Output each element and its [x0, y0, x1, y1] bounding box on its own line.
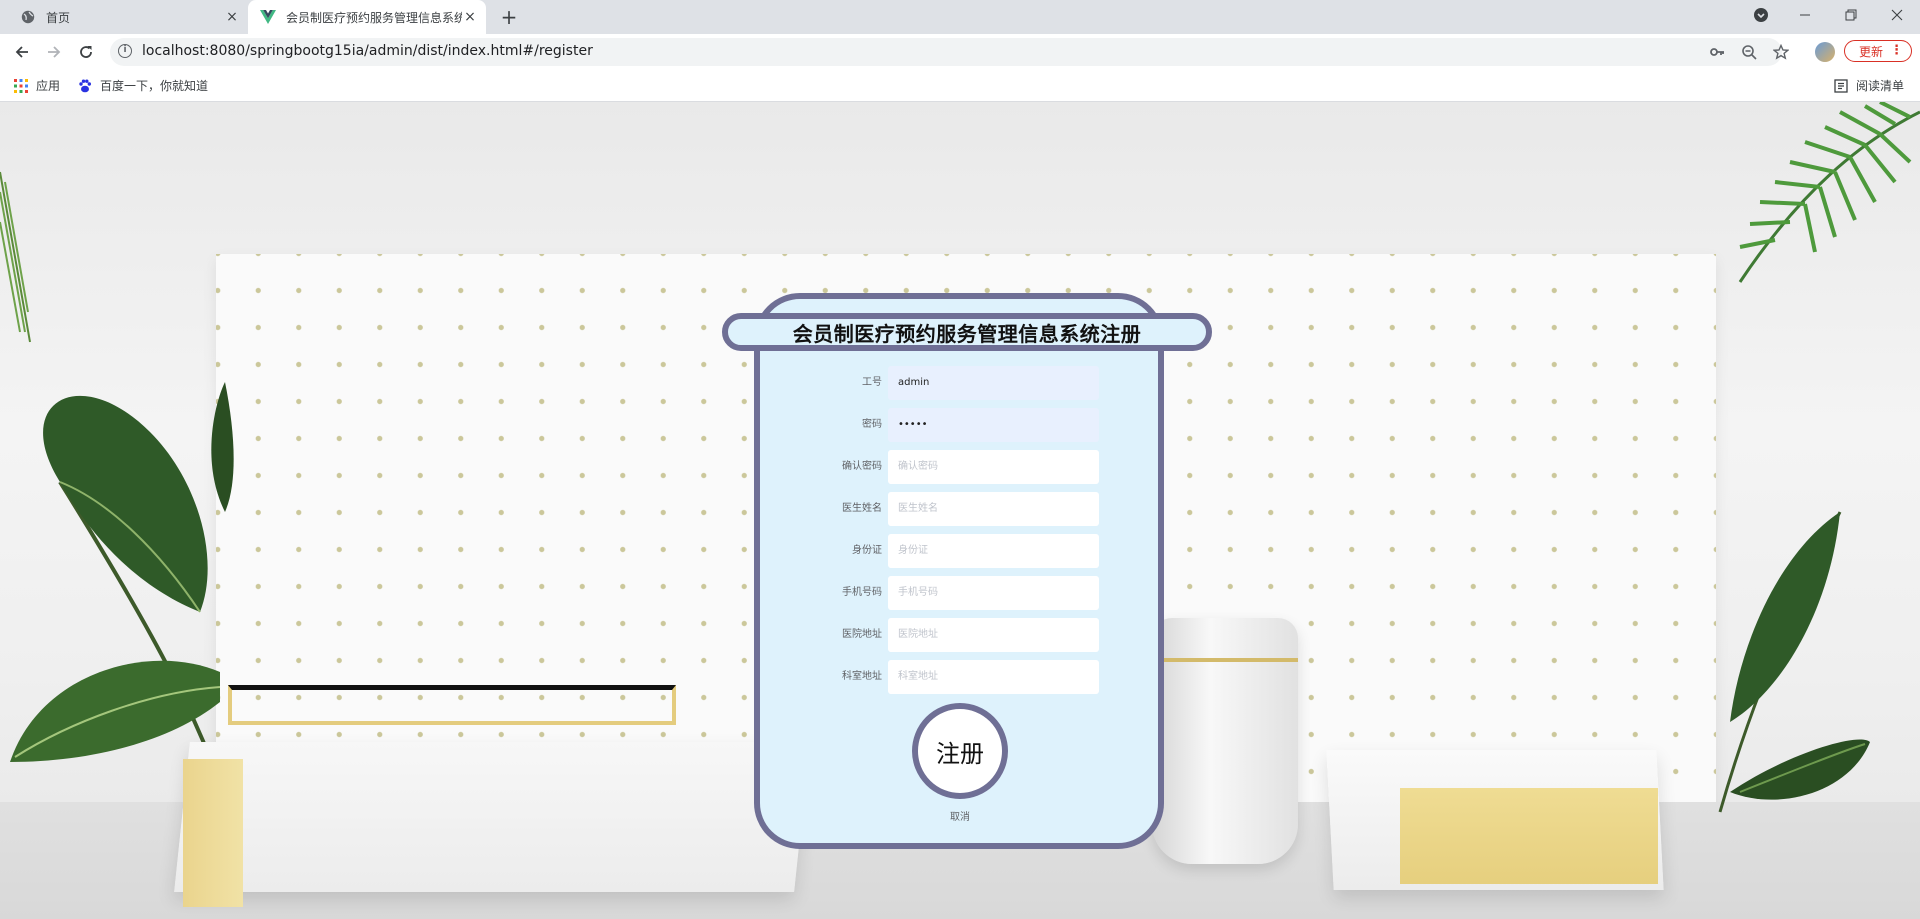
tab-strip: 首页 × 会员制医疗预约服务管理信息系统 × + [0, 0, 1920, 34]
form-row-password: 密码 ••••• [800, 408, 1100, 442]
right-plant-image [1718, 511, 1870, 813]
bookmarks-bar: 应用 百度一下，你就知道 阅读清单 [0, 70, 1920, 102]
department-address-label: 科室地址 [842, 671, 882, 682]
employee-id-input[interactable]: admin [888, 366, 1099, 400]
more-menu-icon: ⋮ [1890, 43, 1903, 58]
tab-search-icon[interactable] [1738, 0, 1784, 30]
form-row-hospital-address: 医院地址 [800, 618, 1100, 652]
id-card-label: 身份证 [852, 545, 882, 556]
restore-icon[interactable] [1828, 0, 1874, 30]
register-title: 会员制医疗预约服务管理信息系统注册 [792, 321, 1142, 346]
right-box-gold-panel [1400, 788, 1658, 884]
form-row-confirm-password: 确认密码 [800, 450, 1100, 484]
id-card-input[interactable] [888, 534, 1099, 568]
close-icon[interactable]: × [462, 9, 478, 25]
update-button[interactable]: 更新 ⋮ [1844, 40, 1912, 62]
tab-home[interactable]: 首页 × [8, 0, 248, 34]
gold-tray-frame [228, 685, 676, 725]
left-display-box [174, 742, 810, 892]
cylinder-gold-band [1152, 658, 1298, 662]
url-text[interactable]: localhost:8080/springbootg15ia/admin/dis… [142, 43, 593, 59]
update-label: 更新 [1859, 44, 1884, 59]
password-input[interactable]: ••••• [888, 408, 1099, 442]
doctor-name-input[interactable] [888, 492, 1099, 526]
close-icon[interactable]: × [224, 9, 240, 25]
zoom-icon[interactable] [1740, 43, 1758, 61]
left-palm-edge-image [0, 171, 31, 343]
employee-id-label: 工号 [862, 377, 882, 388]
bookmark-apps[interactable]: 应用 [14, 77, 60, 94]
confirm-password-label: 确认密码 [842, 461, 882, 472]
bookmark-label: 应用 [36, 79, 61, 93]
hospital-address-input[interactable] [888, 618, 1099, 652]
left-box-gold-panel [183, 759, 243, 907]
tab-register[interactable]: 会员制医疗预约服务管理信息系统 × [248, 0, 486, 34]
address-bar[interactable]: i localhost:8080/springbootg15ia/admin/d… [110, 38, 1789, 66]
apps-grid-icon [14, 78, 28, 93]
reload-icon[interactable] [74, 40, 98, 64]
form-row-employee-id: 工号 admin [800, 366, 1100, 400]
register-button[interactable]: 注册 [912, 703, 1008, 799]
phone-input[interactable] [888, 576, 1099, 610]
department-address-input[interactable] [888, 660, 1099, 694]
profile-avatar[interactable] [1815, 42, 1835, 62]
form-row-doctor-name: 医生姓名 [800, 492, 1100, 526]
password-label: 密码 [862, 419, 882, 430]
minimize-icon[interactable] [1782, 0, 1828, 30]
tab-title: 会员制医疗预约服务管理信息系统 [286, 10, 462, 25]
reading-list-icon [1834, 78, 1848, 93]
confirm-password-input[interactable] [888, 450, 1099, 484]
browser-toolbar: i localhost:8080/springbootg15ia/admin/d… [0, 34, 1920, 70]
close-window-icon[interactable] [1874, 0, 1920, 30]
vue-logo-icon [260, 9, 276, 25]
register-title-banner: 会员制医疗预约服务管理信息系统注册 [722, 313, 1212, 351]
back-arrow-icon[interactable] [10, 40, 34, 64]
bookmark-baidu[interactable]: 百度一下，你就知道 [78, 77, 208, 94]
star-icon[interactable] [1772, 43, 1790, 61]
white-cylinder [1152, 618, 1298, 864]
forward-arrow-icon[interactable] [42, 40, 66, 64]
right-palm-image [1738, 102, 1920, 283]
reading-list-label: 阅读清单 [1856, 79, 1905, 93]
key-icon[interactable] [1708, 43, 1726, 61]
hospital-address-label: 医院地址 [842, 629, 882, 640]
bookmark-label: 百度一下，你就知道 [100, 79, 209, 93]
globe-icon [20, 9, 36, 25]
doctor-name-label: 医生姓名 [842, 503, 882, 514]
baidu-paw-icon [78, 79, 92, 93]
phone-label: 手机号码 [842, 587, 882, 598]
new-tab-button[interactable]: + [497, 6, 521, 30]
tab-title: 首页 [46, 10, 71, 25]
reading-list[interactable]: 阅读清单 [1834, 77, 1904, 94]
form-row-id-card: 身份证 [800, 534, 1100, 568]
cancel-link[interactable]: 取消 [940, 808, 980, 823]
form-row-phone: 手机号码 [800, 576, 1100, 610]
site-info-icon[interactable]: i [118, 44, 132, 58]
form-row-department-address: 科室地址 [800, 660, 1100, 694]
